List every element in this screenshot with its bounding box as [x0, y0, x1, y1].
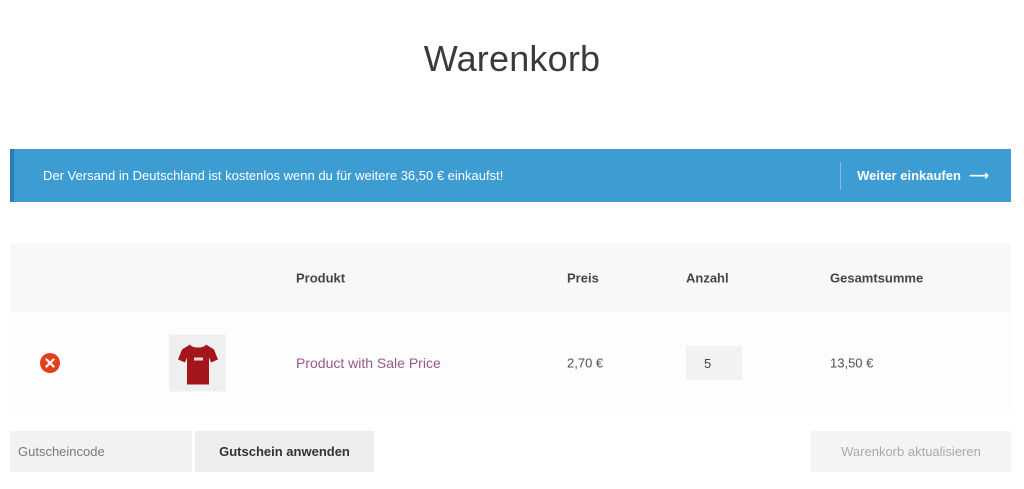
- continue-shopping-label: Weiter einkaufen: [857, 168, 961, 183]
- table-row: Product with Sale Price 2,70 € 13,50 €: [10, 312, 1011, 414]
- table-header: Produkt Preis Anzahl Gesamtsumme: [10, 243, 1011, 312]
- arrow-right-icon: ⟶: [968, 167, 989, 183]
- header-quantity: Anzahl: [686, 270, 729, 285]
- product-name-link[interactable]: Product with Sale Price: [296, 355, 441, 371]
- page-title: Warenkorb: [423, 38, 601, 80]
- quantity-field: [686, 346, 742, 380]
- remove-x-icon[interactable]: [40, 353, 60, 373]
- product-price: 2,70 €: [567, 355, 604, 371]
- continue-shopping-link[interactable]: Weiter einkaufen ⟶: [840, 161, 1011, 190]
- apply-coupon-button[interactable]: Gutschein anwenden: [195, 431, 374, 472]
- header-price: Preis: [567, 270, 599, 285]
- product-thumbnail[interactable]: [169, 334, 226, 392]
- tshirt-icon: [177, 344, 218, 384]
- product-total: 13,50 €: [830, 355, 874, 371]
- header-total: Gesamtsumme: [830, 270, 924, 285]
- notice-text: Der Versand in Deutschland ist kostenlos…: [43, 168, 504, 183]
- coupon-code-input[interactable]: [10, 431, 192, 472]
- cart-table: Produkt Preis Anzahl Gesamtsumme Product…: [10, 243, 1011, 414]
- free-shipping-notice: Der Versand in Deutschland ist kostenlos…: [10, 149, 1011, 202]
- update-cart-button[interactable]: Warenkorb aktualisieren: [811, 431, 1011, 472]
- header-product: Produkt: [296, 270, 346, 285]
- quantity-input[interactable]: [686, 346, 742, 380]
